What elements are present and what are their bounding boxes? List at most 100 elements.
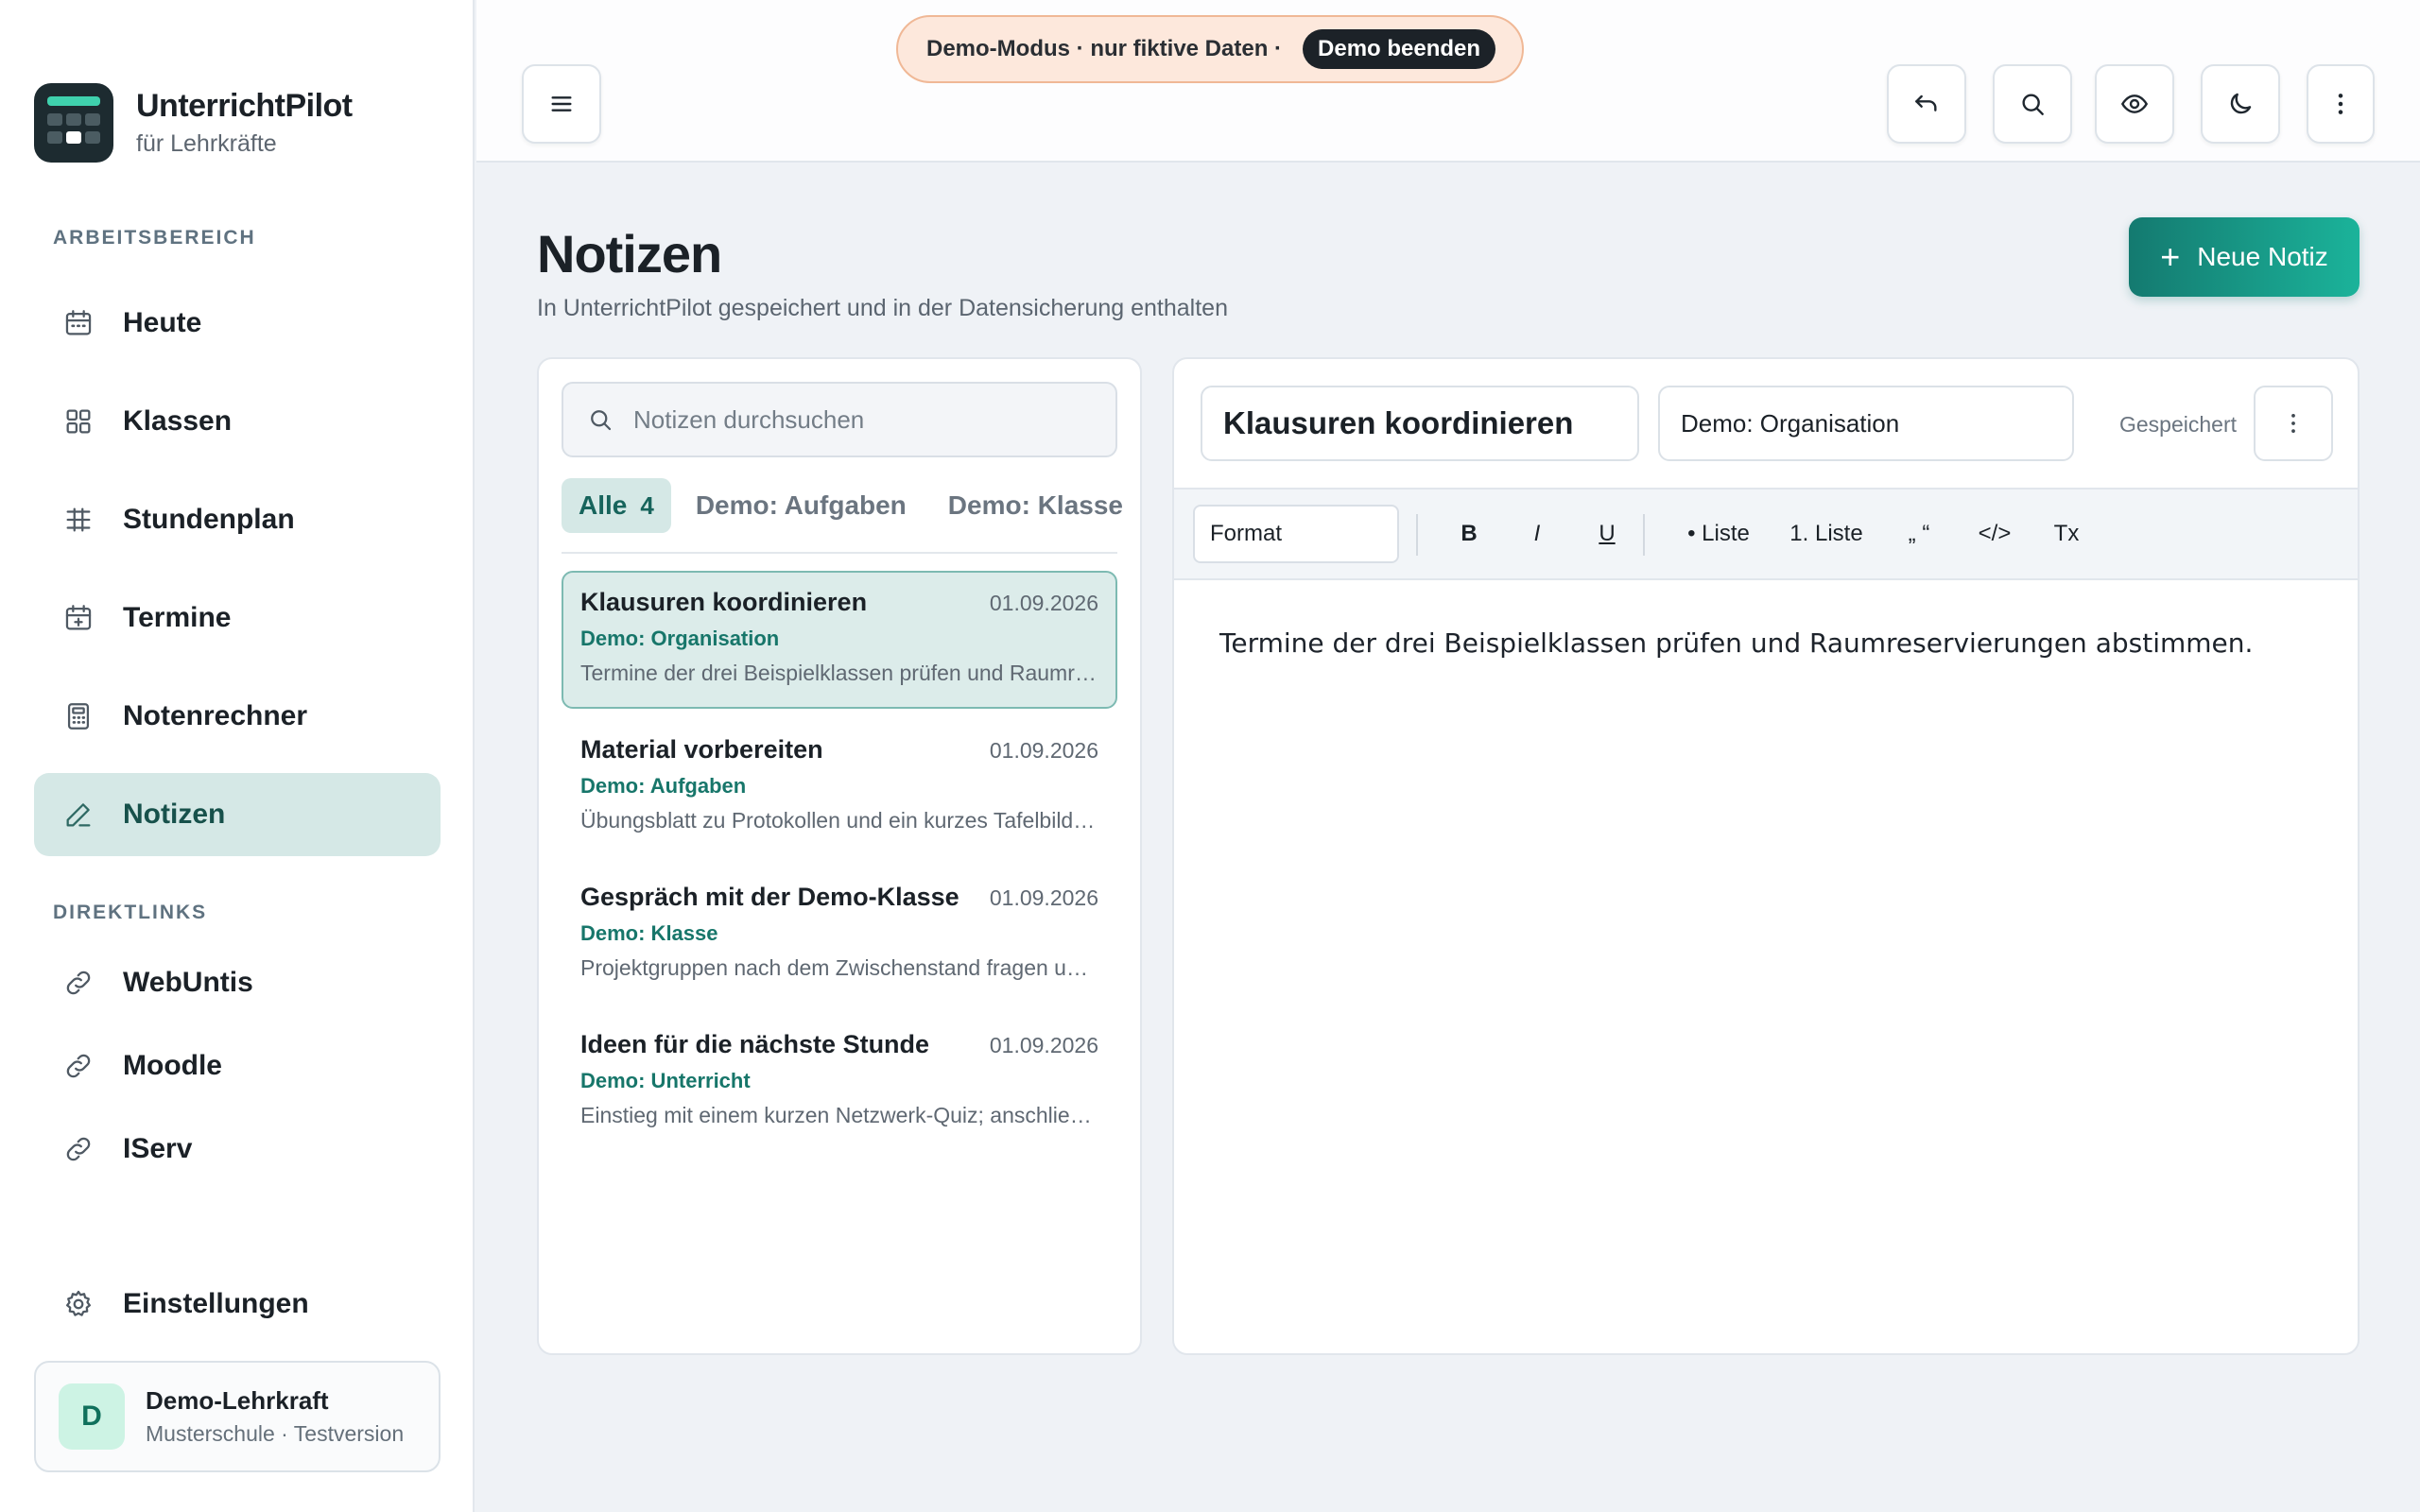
sidebar-item-label: Klassen (123, 405, 233, 437)
calendar-plus-icon (65, 605, 92, 630)
sidebar-item-stundenplan[interactable]: Stundenplan (34, 478, 441, 561)
note-preview: Übungsblatt zu Protokollen und ein kurze… (580, 808, 1098, 833)
page-title: Notizen (537, 224, 722, 284)
note-category-input[interactable]: Demo: Organisation (1658, 386, 2074, 461)
app-title: UnterrichtPilot (136, 88, 353, 124)
undo-button[interactable] (1887, 64, 1966, 144)
note-title-input[interactable]: Klausuren koordinieren (1201, 386, 1639, 461)
clear-format-button[interactable]: Tx (2040, 505, 2093, 563)
avatar: D (59, 1383, 125, 1450)
dark-mode-button[interactable] (2201, 64, 2280, 144)
note-body-editor[interactable]: Termine der drei Beispielklassen prüfen … (1219, 624, 2316, 663)
note-preview: Einstieg mit einem kurzen Netzwerk-Quiz;… (580, 1103, 1098, 1127)
page-subtitle: In UnterrichtPilot gespeichert und in de… (537, 295, 1228, 321)
sidebar-item-notenrechner[interactable]: Notenrechner (34, 675, 441, 758)
underline-button[interactable]: U (1581, 505, 1634, 563)
filter-label: Alle (579, 490, 628, 520)
sidebar-link-label: Moodle (123, 1050, 222, 1081)
new-note-button[interactable]: + Neue Notiz (2129, 217, 2360, 297)
app-subtitle: für Lehrkräfte (136, 130, 277, 157)
hamburger-icon (551, 96, 572, 112)
italic-button[interactable]: I (1511, 505, 1564, 563)
code-button[interactable]: </> (1961, 505, 2029, 563)
quote-button[interactable]: „ “ (1889, 505, 1949, 563)
sidebar-item-label: Termine (123, 602, 232, 633)
links-section-label: DIREKTLINKS (53, 902, 208, 923)
sidebar-item-label: Stundenplan (123, 504, 295, 535)
app-logo-icon (34, 83, 113, 163)
search-icon (591, 410, 612, 431)
note-date: 01.09.2026 (989, 591, 1098, 615)
note-date: 01.09.2026 (989, 738, 1098, 763)
numbered-list-button[interactable]: 1. Liste (1772, 505, 1881, 563)
gear-icon (65, 1290, 92, 1316)
filter-label: Demo: Klasse (947, 490, 1123, 520)
filter-aufgaben[interactable]: Demo: Aufgaben (679, 478, 924, 533)
note-title: Material vorbereiten (580, 735, 823, 764)
sidebar-item-label: Heute (123, 307, 202, 338)
sidebar-item-label: Notenrechner (123, 700, 308, 731)
workspace-section-label: ARBEITSBEREICH (53, 227, 256, 249)
note-list-panel: Alle 4 Demo: Aufgaben Demo: Klasse Klaus… (537, 357, 1142, 1355)
bold-button[interactable]: B (1443, 505, 1495, 563)
note-category: Demo: Organisation (580, 627, 780, 650)
filter-all[interactable]: Alle 4 (562, 478, 671, 533)
note-list-item[interactable]: Ideen für die nächste Stunde 01.09.2026 … (562, 1013, 1117, 1151)
sidebar-item-einstellungen[interactable]: Einstellungen (34, 1263, 441, 1346)
demo-banner: Demo-Modus · nur fiktive Daten · Demo be… (896, 15, 1524, 83)
sidebar-item-notizen[interactable]: Notizen (34, 773, 441, 856)
moon-icon (2230, 93, 2252, 114)
format-toolbar: Format B I U • Liste 1. Liste „ “ </> Tx (1174, 488, 2358, 580)
note-date: 01.09.2026 (989, 885, 1098, 910)
calendar-icon (65, 310, 92, 335)
new-note-label: Neue Notiz (2197, 242, 2328, 271)
menu-button[interactable] (522, 64, 601, 144)
sidebar-link-moodle[interactable]: Moodle (34, 1028, 441, 1104)
bullet-list-button[interactable]: • Liste (1660, 505, 1777, 563)
calculator-icon (67, 703, 90, 730)
more-button[interactable] (2307, 64, 2375, 144)
exit-demo-button[interactable]: Demo beenden (1303, 29, 1496, 69)
toolbar-divider (1643, 514, 1645, 556)
sidebar-link-webuntis[interactable]: WebUntis (34, 945, 441, 1021)
grid-icon (66, 409, 91, 434)
sidebar-item-termine[interactable]: Termine (34, 576, 441, 660)
note-list-item[interactable]: Klausuren koordinieren 01.09.2026 Demo: … (562, 571, 1117, 709)
sidebar-link-iserv[interactable]: IServ (34, 1111, 441, 1187)
search-box[interactable] (562, 382, 1117, 457)
user-name: Demo-Lehrkraft (146, 1386, 329, 1415)
note-preview: Projektgruppen nach dem Zwischenstand fr… (580, 955, 1098, 980)
sidebar-item-label: Notizen (123, 799, 226, 830)
filter-tabs: Alle 4 Demo: Aufgaben Demo: Klasse (562, 478, 1148, 533)
filter-klasse[interactable]: Demo: Klasse (931, 478, 1140, 533)
demo-mode-text: Demo-Modus · nur fiktive Daten · (926, 36, 1283, 61)
search-input[interactable] (633, 404, 1106, 435)
preview-button[interactable] (2095, 64, 2174, 144)
filter-count: 4 (640, 490, 654, 520)
user-card[interactable]: D Demo-Lehrkraft Musterschule · Testvers… (34, 1361, 441, 1472)
undo-icon (1915, 94, 1937, 112)
note-category: Demo: Klasse (580, 921, 718, 945)
format-select[interactable]: Format (1193, 505, 1399, 563)
note-list-item[interactable]: Gespräch mit der Demo-Klasse 01.09.2026 … (562, 866, 1117, 1004)
note-options-button[interactable] (2254, 386, 2333, 461)
link-icon (66, 1137, 91, 1161)
filter-label: Demo: Aufgaben (695, 490, 907, 520)
sidebar-link-label: WebUntis (123, 967, 253, 998)
brand[interactable]: UnterrichtPilot für Lehrkräfte (34, 83, 353, 163)
note-title: Gespräch mit der Demo-Klasse (580, 883, 959, 911)
search-button[interactable] (1993, 64, 2072, 144)
pen-icon (66, 803, 91, 827)
more-vertical-icon (2338, 94, 2343, 114)
user-subtitle: Musterschule · Testversion (146, 1421, 405, 1446)
sidebar-item-klassen[interactable]: Klassen (34, 380, 441, 463)
more-vertical-icon (2291, 414, 2295, 433)
note-preview: Termine der drei Beispielklassen prüfen … (580, 661, 1098, 685)
note-list-item[interactable]: Material vorbereiten 01.09.2026 Demo: Au… (562, 718, 1117, 856)
note-date: 01.09.2026 (989, 1033, 1098, 1057)
save-status: Gespeichert (2119, 412, 2238, 437)
link-icon (66, 971, 91, 995)
sidebar-item-heute[interactable]: Heute (34, 282, 441, 365)
note-editor-panel: Klausuren koordinieren Demo: Organisatio… (1172, 357, 2360, 1355)
eye-icon (2120, 94, 2149, 113)
